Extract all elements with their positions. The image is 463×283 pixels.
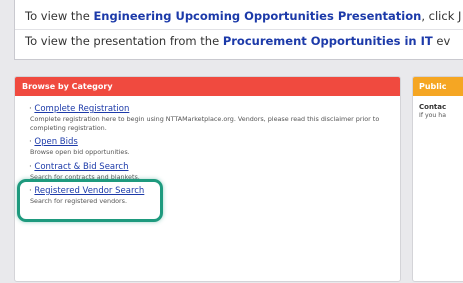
list-item: · Open Bids Browse open bid opportunitie… [29,137,390,157]
announcement-box: To view the Engineering Upcoming Opportu… [14,0,463,60]
list-item: · Complete Registration Complete registr… [29,104,390,132]
announcement-text: ev [432,34,451,48]
contract-bid-search-link[interactable]: Contract & Bid Search [34,162,128,172]
bullet: · [29,137,32,147]
open-bids-link[interactable]: Open Bids [34,137,77,147]
panel-header: Browse by Category [15,77,400,96]
procurement-it-link[interactable]: Procurement Opportunities in IT [223,34,433,48]
announcement-text: To view the [25,9,94,23]
announcement-text: , click J [421,9,462,23]
contact-title: Contac [419,103,447,111]
contact-description: If you ha [419,112,447,119]
engineering-presentation-link[interactable]: Engineering Upcoming Opportunities Prese… [93,9,421,23]
announcement-line-procurement: To view the presentation from the Procur… [25,34,450,48]
item-description: Browse open bid opportunities. [30,148,130,156]
public-panel: Public Contac If you ha [412,76,463,282]
item-description: Complete registration here to begin usin… [30,115,380,132]
public-panel-header: Public [413,77,463,96]
complete-registration-link[interactable]: Complete Registration [34,104,129,114]
bullet: · [29,104,32,114]
announcement-text: To view the presentation from the [25,34,223,48]
announcement-line-engineering: To view the Engineering Upcoming Opportu… [25,9,461,23]
bullet: · [29,161,32,172]
highlight-outline [17,179,163,222]
divider [15,29,463,30]
